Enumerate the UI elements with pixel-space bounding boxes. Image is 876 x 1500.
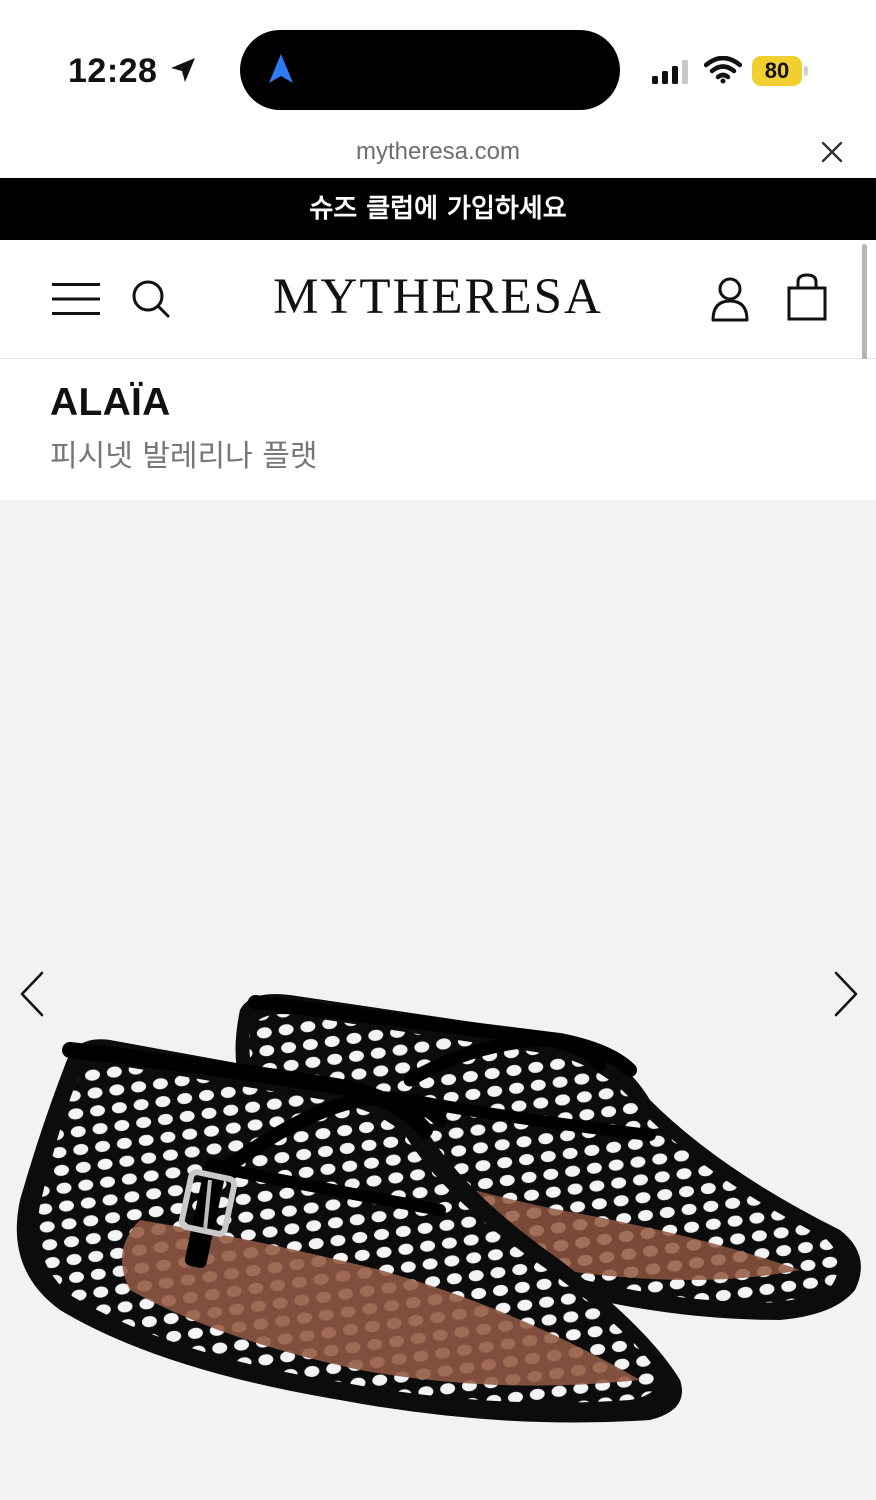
shopping-bag-icon[interactable] [786,273,828,321]
wifi-icon [704,56,742,84]
site-logo[interactable]: MYTHERESA [236,268,640,326]
previous-image-arrow-icon[interactable] [18,970,48,1018]
site-header: MYTHERESA [0,240,876,359]
battery-level: 80 [764,58,790,83]
url-text[interactable]: mytheresa.com [0,138,876,166]
close-icon[interactable] [820,140,844,164]
product-image [16,994,861,1423]
dynamic-island[interactable] [240,30,620,110]
product-title-section: ALAÏA 피시넷 발레리나 플랫 [0,359,876,499]
next-image-arrow-icon[interactable] [830,970,860,1018]
promo-banner[interactable]: 슈즈 클럽에 가입하세요 [0,178,876,240]
status-bar: 12:28 80 [0,0,876,128]
status-time: 12:28 [68,52,158,90]
product-name: 피시넷 발레리나 플랫 [50,439,318,474]
menu-icon[interactable] [52,282,100,316]
product-brand[interactable]: ALAÏA [50,381,171,425]
battery-tip [804,66,808,76]
account-icon[interactable] [710,276,750,322]
navigation-app-icon [269,54,293,83]
location-arrow-icon [171,58,195,82]
product-image-gallery[interactable] [0,500,876,1500]
browser-url-bar[interactable]: mytheresa.com [0,128,876,178]
cellular-signal-icon [652,60,688,84]
battery-indicator: 80 [752,56,810,86]
search-icon[interactable] [131,279,171,319]
